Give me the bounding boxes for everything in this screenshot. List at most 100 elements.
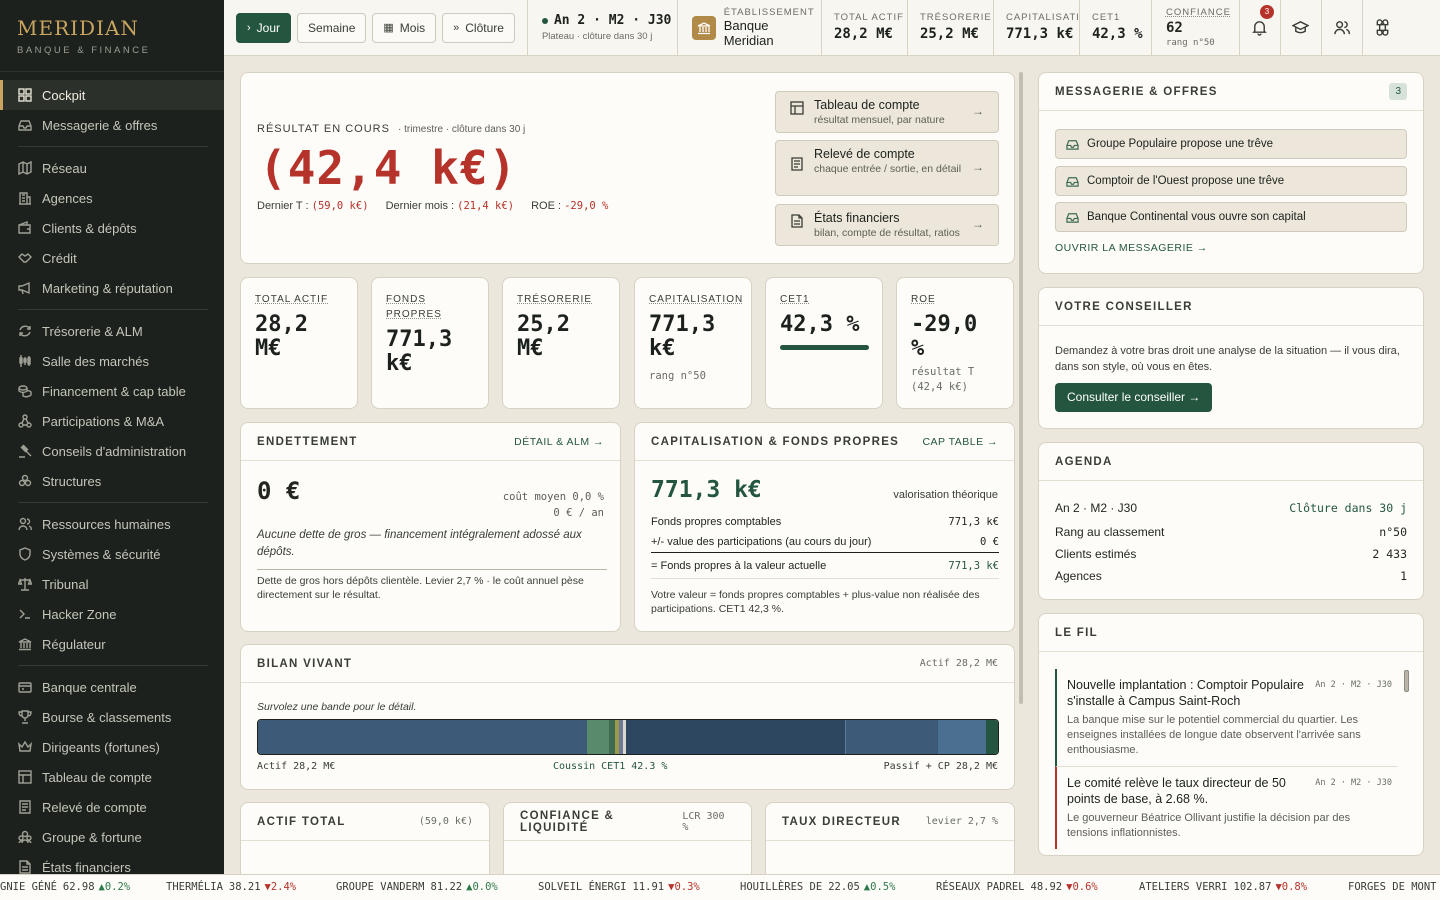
sidebar-item-label: Crédit: [42, 250, 77, 266]
sidebar-item-tribunal[interactable]: Tribunal: [0, 569, 224, 599]
sidebar-item-label: Cockpit: [42, 87, 86, 103]
bilan-card: BILAN VIVANT Actif 28,2 M€ Survolez une b…: [240, 644, 1015, 790]
bank-icon: [691, 15, 716, 40]
advance-day-button[interactable]: › Jour: [236, 12, 292, 43]
kpi-tresorerie: TRÉSORERIE 25,2 M€: [502, 277, 620, 409]
sidebar: MERIDIAN BANQUE & FINANCE Cockpit Message…: [0, 0, 224, 874]
cap-rows: Fonds propres comptables 771,3 k€ +/- val…: [651, 511, 999, 579]
team-button[interactable]: [1320, 0, 1362, 56]
debt-detail-link[interactable]: DÉTAIL & ALM →: [514, 436, 604, 448]
bilan-total: Actif 28,2 M€: [919, 658, 998, 669]
receipt-icon: [18, 800, 32, 814]
sidebar-item-messagerie-offres[interactable]: Messagerie & offres: [0, 110, 224, 140]
sidebar-item-agences[interactable]: Agences: [0, 183, 224, 213]
sidebar-item-conseils-d-administration[interactable]: Conseils d'administration: [0, 436, 224, 466]
sidebar-item-releve-de-compte[interactable]: Relevé de compte: [0, 792, 224, 822]
sidebar-item-tresorerie-alm[interactable]: Trésorerie & ALM: [0, 316, 224, 346]
sidebar-item-etats-financiers[interactable]: États financiers: [0, 852, 224, 874]
receipt-icon: [790, 157, 804, 174]
sidebar-item-salle-des-marches[interactable]: Salle des marchés: [0, 346, 224, 376]
bilan-mid-label: Coussin CET1 42.3 %: [553, 761, 668, 772]
sidebar-item-structures[interactable]: Structures: [0, 466, 224, 496]
document-icon: [18, 860, 32, 874]
cap-table-link[interactable]: CAP TABLE →: [922, 436, 998, 448]
ticker-item: THERMÉLIA 38.21 ▼2.4%: [166, 881, 297, 893]
building-icon: [18, 191, 32, 205]
stat-total-actif: TOTAL ACTIF 28,2 M€: [820, 0, 907, 56]
sidebar-item-clients-depots[interactable]: Clients & dépôts: [0, 213, 224, 243]
graduation-cap-icon: [1292, 21, 1310, 34]
debt-cost: coût moyen 0,0 % 0 € / an: [502, 491, 604, 519]
sidebar-item-marketing-reputation[interactable]: Marketing & réputation: [0, 273, 224, 303]
feed-item[interactable]: Le comité relève le taux directeur de 50…: [1055, 767, 1398, 849]
advance-week-button[interactable]: Semaine: [297, 12, 367, 43]
sidebar-divider: [18, 309, 208, 310]
sidebar-item-hacker-zone[interactable]: Hacker Zone: [0, 599, 224, 629]
sidebar-item-ressources-humaines[interactable]: Ressources humaines: [0, 509, 224, 539]
sidebar-item-groupe-fortune[interactable]: Groupe & fortune: [0, 822, 224, 852]
command-palette-button[interactable]: [1361, 0, 1403, 56]
stat-capitalisation: CAPITALISATION771,3 k€: [992, 0, 1079, 56]
debt-value: 0 €: [257, 477, 301, 505]
sidebar-item-label: Salle des marchés: [42, 353, 149, 369]
agenda-current: An 2 · M2 · J30 Clôture dans 30 j: [1055, 501, 1407, 515]
ticker-item: GROUPE VANDERM 81.22 ▲0.0%: [336, 881, 498, 893]
open-messages-link[interactable]: OUVRIR LA MESSAGERIE →: [1055, 242, 1208, 254]
users-icon: [1334, 21, 1351, 35]
feed-item[interactable]: Nouvelle implantation : Comptoir Populai…: [1055, 669, 1398, 767]
bilan-band[interactable]: [258, 720, 587, 754]
inbox-icon: [18, 118, 32, 132]
message-item[interactable]: Groupe Populaire propose une trêve: [1055, 129, 1407, 159]
advance-month-button[interactable]: ▦ Mois: [372, 12, 437, 43]
link-tableau-de-compte[interactable]: Tableau de compte résultat mensuel, par n…: [775, 91, 999, 133]
sidebar-item-reseau[interactable]: Réseau: [0, 153, 224, 183]
gavel-icon: [18, 444, 32, 458]
bilan-band[interactable]: [626, 720, 845, 754]
debt-note: Aucune dette de gros — financement intég…: [257, 527, 607, 570]
sidebar-item-banque-centrale[interactable]: Banque centrale: [0, 672, 224, 702]
sidebar-item-bourse-classements[interactable]: Bourse & classements: [0, 702, 224, 732]
sidebar-item-regulateur[interactable]: Régulateur: [0, 629, 224, 659]
message-item[interactable]: Comptoir de l'Ouest propose une trêve: [1055, 166, 1407, 196]
main-scrollbar[interactable]: [1019, 72, 1023, 704]
consult-advisor-button[interactable]: Consulter le conseiller →: [1055, 383, 1213, 412]
bilan-left-label: Actif 28,2 M€: [257, 761, 336, 772]
brand: MERIDIAN BANQUE & FINANCE: [0, 0, 224, 72]
bilan-bar[interactable]: [257, 719, 999, 755]
sidebar-item-label: Clients & dépôts: [42, 220, 137, 236]
sidebar-item-dirigeants-fortunes[interactable]: Dirigeants (fortunes): [0, 732, 224, 762]
sidebar-item-participations-m-a[interactable]: Participations & M&A: [0, 406, 224, 436]
bilan-band[interactable]: [587, 720, 609, 754]
result-context: · trimestre · clôture dans 30 j: [398, 124, 526, 135]
advisor-card: VOTRE CONSEILLER Demandez à votre bras d…: [1038, 287, 1424, 429]
feed-scrollbar[interactable]: [1404, 670, 1409, 692]
notifications-button[interactable]: 3: [1238, 0, 1280, 56]
debt-card: ENDETTEMENT DÉTAIL & ALM → 0 € coût moyen…: [240, 422, 621, 632]
sidebar-item-label: Hacker Zone: [42, 606, 117, 622]
brand-subtitle: BANQUE & FINANCE: [17, 45, 151, 56]
notification-count: 3: [1259, 4, 1274, 19]
bilan-band[interactable]: [938, 720, 986, 754]
bilan-band[interactable]: [845, 720, 938, 754]
megaphone-icon: [18, 281, 32, 295]
bilan-band[interactable]: [986, 720, 998, 754]
sidebar-item-financement-cap-table[interactable]: Financement & cap table: [0, 376, 224, 406]
sidebar-item-credit[interactable]: Crédit: [0, 243, 224, 273]
academy-button[interactable]: [1279, 0, 1321, 56]
message-item[interactable]: Banque Continental vous ouvre son capita…: [1055, 202, 1407, 232]
sidebar-item-systemes-securite[interactable]: Systèmes & sécurité: [0, 539, 224, 569]
sidebar-item-label: Messagerie & offres: [42, 117, 158, 133]
sidebar-item-tableau-de-compte[interactable]: Tableau de compte: [0, 762, 224, 792]
sidebar-item-cockpit[interactable]: Cockpit: [0, 80, 224, 110]
close-period-button[interactable]: » Clôture: [442, 12, 515, 43]
advisor-text: Demandez à votre bras droit une analyse …: [1055, 345, 1400, 373]
kpi-capitalisation: CAPITALISATION 771,3 k€ rang n°50: [634, 277, 752, 409]
kpi-cet1: CET1 42,3 %: [765, 277, 883, 409]
sidebar-divider: [18, 665, 208, 666]
cap-value-note: valorisation théorique: [893, 489, 998, 501]
ticker-item: HOUILLÈRES DE 22.05 ▲0.5%: [740, 881, 896, 893]
ticker-item: RÉSEAUX PADREL 48.92 ▼0.6%: [936, 881, 1098, 893]
link-etats-financiers[interactable]: États financiers bilan, compte de résulta…: [775, 204, 999, 246]
sidebar-item-label: Ressources humaines: [42, 516, 171, 532]
link-releve-de-compte[interactable]: Relevé de compte chaque entrée / sortie, …: [775, 140, 999, 196]
